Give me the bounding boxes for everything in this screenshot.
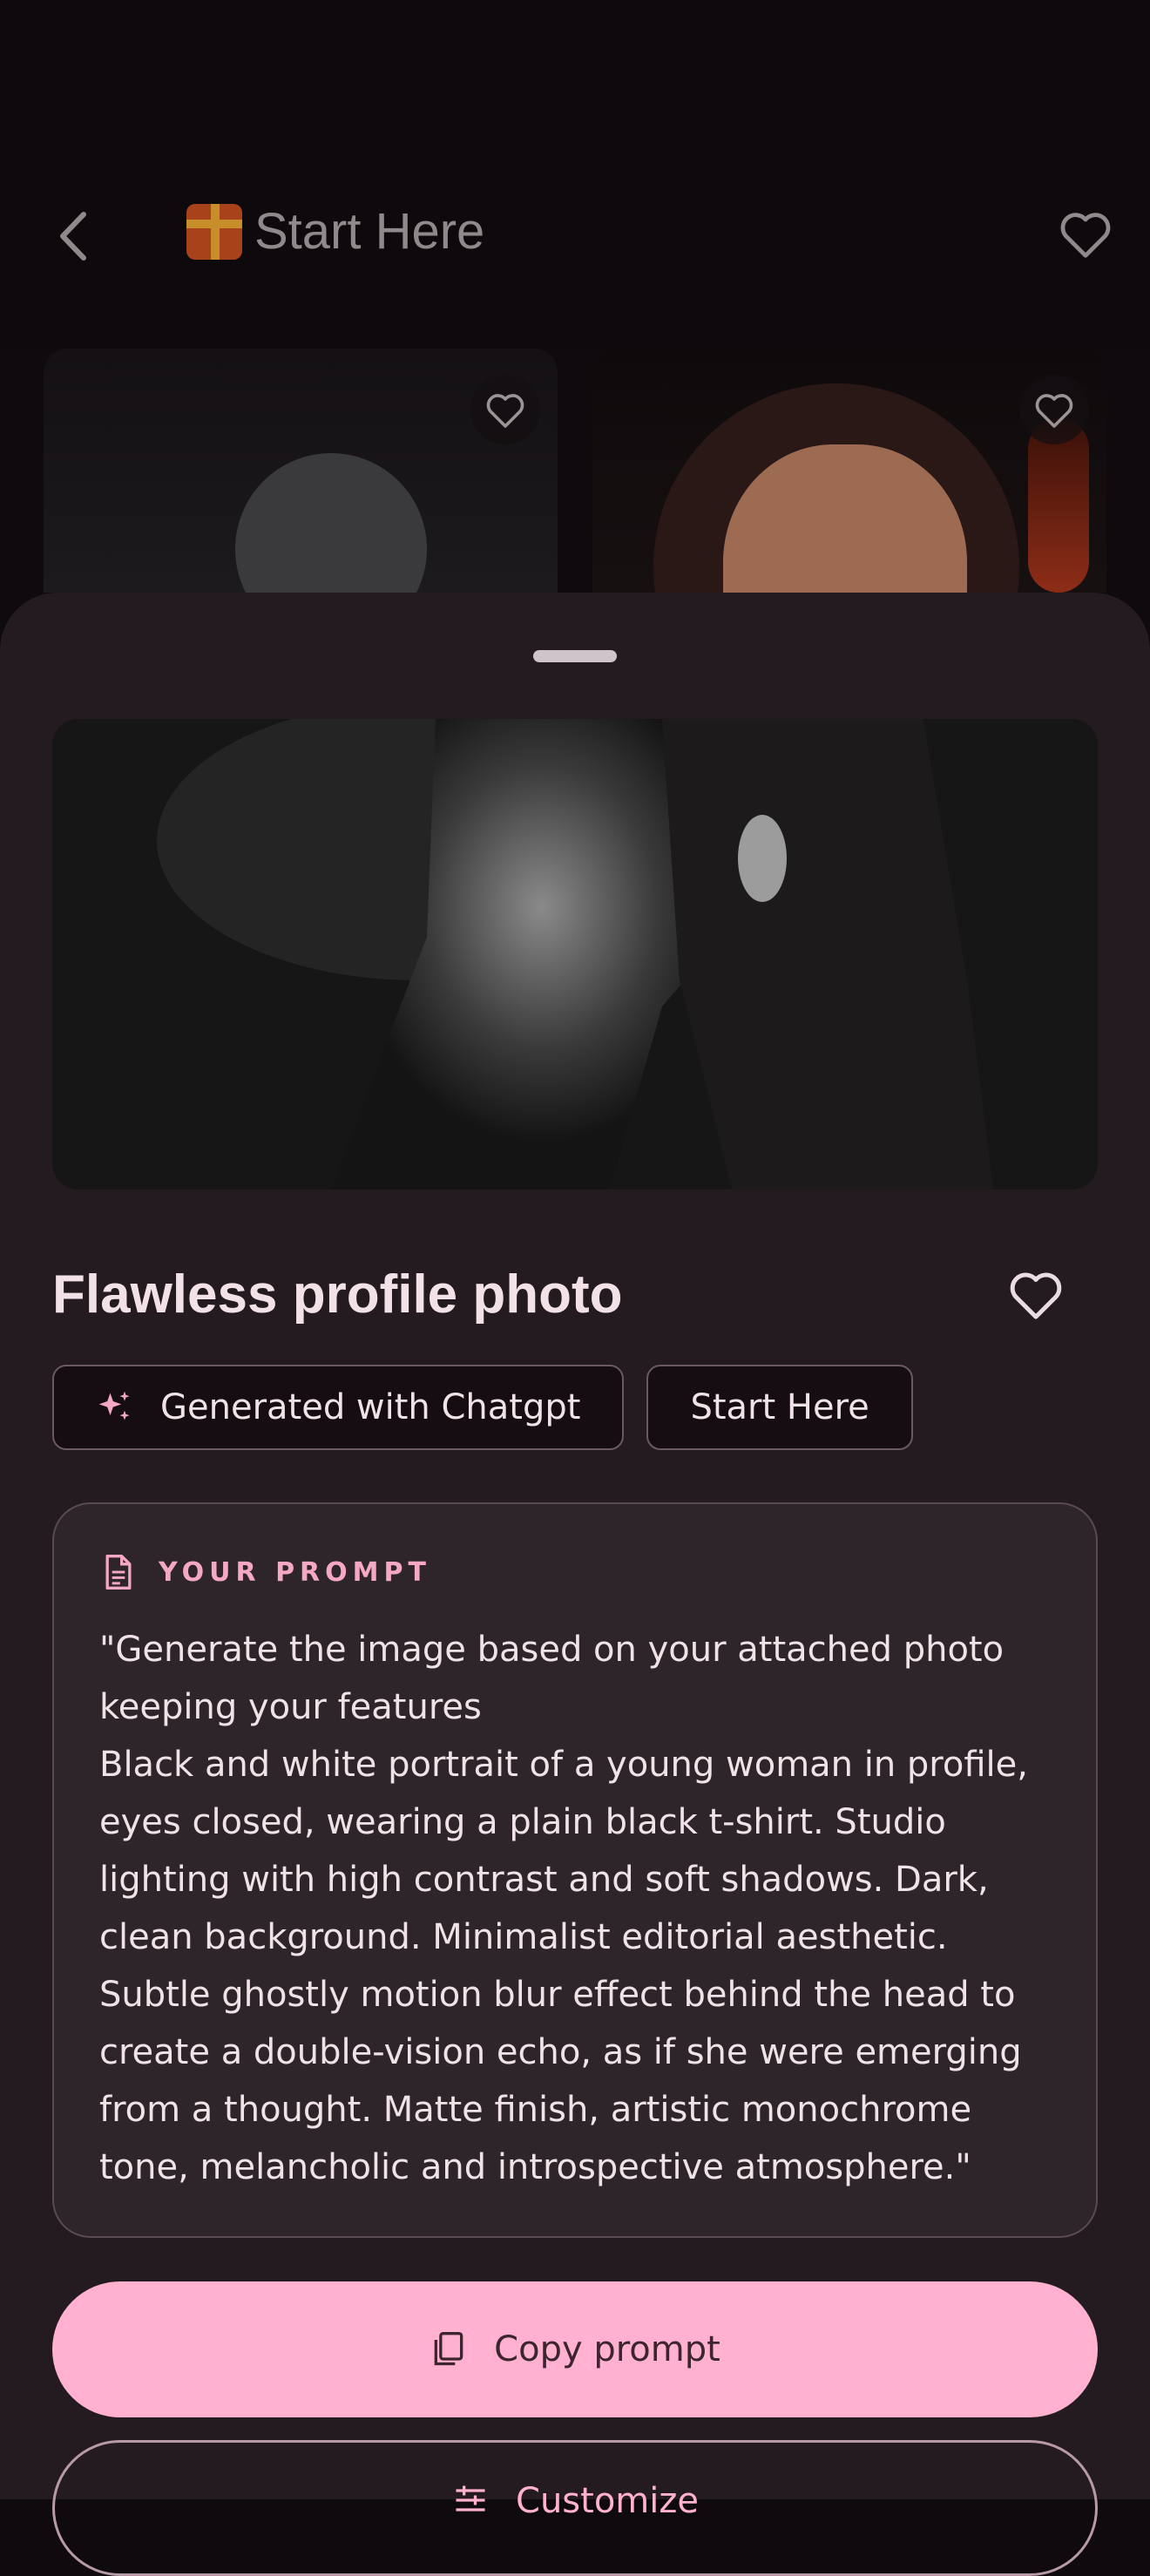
tag-chip[interactable]: Generated with Chatgpt xyxy=(52,1365,625,1450)
document-icon xyxy=(105,1555,132,1590)
prompt-card: YOUR PROMPT "Generate the image based on… xyxy=(52,1502,1098,2238)
favorite-button[interactable] xyxy=(1019,375,1089,444)
gift-icon xyxy=(186,203,242,260)
prompt-label: YOUR PROMPT xyxy=(159,1556,431,1588)
back-arrow-icon xyxy=(60,212,86,261)
portrait-image xyxy=(52,719,1098,1190)
prompt-text: "Generate the image based on your attach… xyxy=(99,1630,1028,2187)
sparkle-icon xyxy=(98,1391,130,1420)
heart-outline-icon xyxy=(1035,394,1073,428)
hero-image xyxy=(52,719,1098,1190)
tag-chip[interactable]: Start Here xyxy=(646,1365,913,1450)
tune-icon xyxy=(456,2485,485,2512)
drag-handle[interactable] xyxy=(533,650,617,662)
copy-prompt-button[interactable]: Copy prompt xyxy=(52,2281,1098,2417)
back-button[interactable] xyxy=(51,206,99,267)
favorite-button[interactable] xyxy=(1007,1267,1065,1321)
heart-outline-icon xyxy=(486,394,524,428)
tag-list: Generated with Chatgpt Start Here xyxy=(52,1365,913,1450)
top-app-bar: Start Here xyxy=(0,0,1150,349)
favorite-button[interactable] xyxy=(470,375,540,444)
gallery-item[interactable] xyxy=(592,349,1106,593)
prompt-header: YOUR PROMPT xyxy=(99,1553,431,1591)
prompt-title: Flawless profile photo xyxy=(52,1264,623,1325)
thumbnail-image xyxy=(235,453,427,593)
copy-icon xyxy=(434,2332,463,2366)
gallery-item[interactable] xyxy=(44,349,558,593)
bottom-sheet: Flawless profile photo Generated with Ch… xyxy=(0,593,1150,2576)
favorite-button[interactable] xyxy=(1058,207,1113,260)
customize-button[interactable]: Customize xyxy=(52,2440,1098,2576)
heart-outline-icon xyxy=(1010,1272,1062,1319)
heart-outline-icon xyxy=(1060,213,1111,258)
page-title: Start Here xyxy=(186,202,484,261)
